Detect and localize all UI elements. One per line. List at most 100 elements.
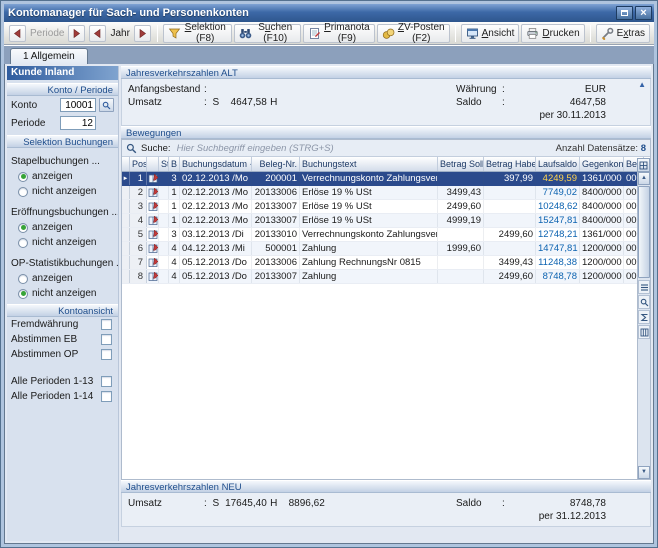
cell-ic <box>147 200 159 213</box>
booking-row[interactable]: 5303.12.2013 /Di20133010Verrechnungskont… <box>122 228 650 242</box>
scroll-up-button[interactable]: ▲ <box>638 172 650 185</box>
periode-input[interactable] <box>60 116 96 130</box>
main-panel: Jahresverkehrszahlen ALT ▲ Anfangsbestan… <box>121 66 651 541</box>
column-header-beleg[interactable]: Beleg-Nr. <box>252 157 300 171</box>
column-label: Betrag Soll <box>440 159 484 169</box>
checkbox-alle-perioden-1-14[interactable] <box>101 391 112 402</box>
periode-field-row: Periode <box>7 114 118 132</box>
maximize-button[interactable] <box>616 6 633 20</box>
booking-icon <box>148 173 159 184</box>
saldo-neu-group: Saldo:8748,78 <box>456 498 606 509</box>
toolbar-button-drucken[interactable]: Drucken <box>521 24 584 43</box>
close-icon: × <box>640 8 646 18</box>
column-chooser-button[interactable] <box>637 158 650 172</box>
sigma-icon <box>640 313 649 322</box>
radio-er-ffnungsbuchungen-nicht-anzeigen[interactable]: nicht anzeigen <box>7 235 118 250</box>
cell-text: Erlöse 19 % USt <box>300 186 438 199</box>
cell-beleg: 20133006 <box>252 186 300 199</box>
column-header-gegenkonto[interactable]: Gegenkonto <box>580 157 624 171</box>
periode-prev-button[interactable] <box>9 25 26 42</box>
cell-laufsaldo: 8748,78 <box>536 270 580 283</box>
collapse-arrow-icon[interactable]: ▲ <box>638 81 646 89</box>
waehrung-value: EUR <box>509 84 606 95</box>
cell-pos: 6 <box>130 242 147 255</box>
toolbar-button-selektion[interactable]: Selektion (F8) <box>163 24 232 43</box>
radio-indicator <box>18 223 28 233</box>
scrollbar-thumb[interactable] <box>638 186 650 278</box>
toolbar-button-suchen[interactable]: Suchen (F10) <box>234 24 301 43</box>
booking-icon <box>148 229 159 240</box>
toolbar-separator <box>157 25 158 42</box>
checkbox-alle-perioden-1-13[interactable] <box>101 376 112 387</box>
booking-row[interactable]: 8405.12.2013 /Do20133007Zahlung2499,6087… <box>122 270 650 284</box>
konto-lookup-button[interactable] <box>99 98 114 112</box>
extras-icon <box>601 27 614 40</box>
cell-beleg: 500001 <box>252 242 300 255</box>
cell-m <box>122 270 130 283</box>
column-header-b[interactable]: B <box>169 157 180 171</box>
scrollbar-track[interactable] <box>638 339 650 466</box>
close-button[interactable]: × <box>635 6 652 20</box>
column-header-pos[interactable]: Pos <box>130 157 147 171</box>
jahr-prev-button[interactable] <box>89 25 106 42</box>
column-header-laufsaldo[interactable]: Laufsaldo <box>536 157 580 171</box>
grid-find-button[interactable] <box>638 295 650 309</box>
section-header-jvz-alt: Jahresverkehrszahlen ALT <box>121 66 651 79</box>
anfangsbestand-line: Anfangsbestand: Währung:EUR <box>128 83 644 96</box>
cell-soll <box>438 270 484 283</box>
scroll-down-button[interactable]: ▼ <box>638 466 650 479</box>
column-header-m[interactable] <box>122 157 130 171</box>
konto-input[interactable] <box>60 98 96 112</box>
booking-row[interactable]: ►1302.12.2013 /Mo200001Verrechnungskonto… <box>122 172 650 186</box>
booking-row[interactable]: 7405.12.2013 /Do20133006Zahlung Rechnung… <box>122 256 650 270</box>
umsatz-neu-soll-value: 17645,40 <box>221 498 269 509</box>
grid-layout-button[interactable] <box>638 325 650 339</box>
cell-gegenkonto: 1200/000 <box>580 270 624 283</box>
checkbox-fremdw-hrung[interactable] <box>101 319 112 330</box>
checkbox-abstimmen-op[interactable] <box>101 349 112 360</box>
cell-datum: 02.12.2013 /Mo <box>180 200 252 213</box>
tab-strip: 1 Allgemein <box>4 45 654 64</box>
radio-label: nicht anzeigen <box>32 237 97 248</box>
booking-row[interactable]: 4102.12.2013 /Mo20133007Erlöse 19 % USt4… <box>122 214 650 228</box>
cell-st <box>159 214 169 227</box>
radio-stapelbuchungen-nicht-anzeigen[interactable]: nicht anzeigen <box>7 184 118 199</box>
column-header-st[interactable]: St <box>159 157 169 171</box>
record-count-label: Anzahl Datensätze: <box>556 143 638 154</box>
toolbar-button-zv-posten[interactable]: ZV-Posten (F2) <box>377 24 450 43</box>
toolbar-button-primanota[interactable]: Primanota (F9) <box>303 24 375 43</box>
cell-soll: 2499,60 <box>438 200 484 213</box>
cell-datum: 05.12.2013 /Do <box>180 256 252 269</box>
booking-icon <box>148 271 159 282</box>
tab-allgemein[interactable]: 1 Allgemein <box>10 48 88 64</box>
search-input[interactable] <box>175 143 552 154</box>
saldo-neu-value: 8748,78 <box>509 498 606 509</box>
column-header-datum[interactable]: Buchungsdatum▲ <box>180 157 252 171</box>
radio-op-statistikbuchungen-anzeigen[interactable]: anzeigen <box>7 271 118 286</box>
column-header-soll[interactable]: Betrag Soll <box>438 157 484 171</box>
column-header-haben[interactable]: Betrag Haben <box>484 157 536 171</box>
booking-selection-groups: Stapelbuchungen ...anzeigennicht anzeige… <box>7 148 118 301</box>
group-label-stapelbuchungen: Stapelbuchungen ... <box>7 148 118 169</box>
grid-options-button[interactable] <box>638 280 650 294</box>
cell-haben <box>484 200 536 213</box>
grid-sum-button[interactable] <box>638 310 650 324</box>
toolbar-button-ansicht[interactable]: Ansicht <box>461 24 520 43</box>
cell-st <box>159 270 169 283</box>
booking-row[interactable]: 2102.12.2013 /Mo20133006Erlöse 19 % USt3… <box>122 186 650 200</box>
radio-er-ffnungsbuchungen-anzeigen[interactable]: anzeigen <box>7 220 118 235</box>
grid-scrollbar[interactable]: ▲ ▼ <box>637 172 650 479</box>
radio-op-statistikbuchungen-nicht-anzeigen[interactable]: nicht anzeigen <box>7 286 118 301</box>
column-header-text[interactable]: Buchungstext <box>300 157 438 171</box>
radio-stapelbuchungen-anzeigen[interactable]: anzeigen <box>7 169 118 184</box>
checkbox-abstimmen-eb[interactable] <box>101 334 112 345</box>
cell-gegenkonto: 8400/000 <box>580 186 624 199</box>
periode-next-button[interactable] <box>68 25 85 42</box>
toolbar-button-extras[interactable]: Extras <box>596 24 650 43</box>
jahr-next-button[interactable] <box>134 25 151 42</box>
booking-row[interactable]: 3102.12.2013 /Mo20133007Erlöse 19 % USt2… <box>122 200 650 214</box>
booking-row[interactable]: 6404.12.2013 /Mi500001Zahlung1999,601474… <box>122 242 650 256</box>
saldo-neu-label: Saldo <box>456 498 502 509</box>
radio-label: nicht anzeigen <box>32 288 97 299</box>
column-header-ic[interactable] <box>147 157 159 171</box>
